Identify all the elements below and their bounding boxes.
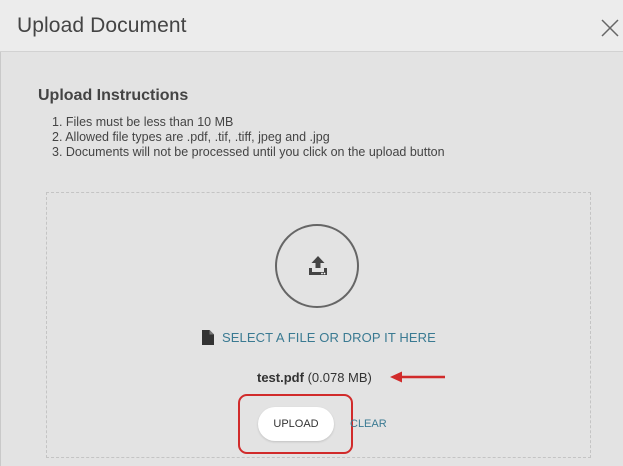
dialog-header: Upload Document [0, 0, 623, 52]
upload-document-dialog: Upload Document Upload Instructions 1. F… [0, 0, 623, 466]
selected-file-size: (0.078 MB) [307, 370, 372, 385]
annotation-arrow-icon [390, 371, 445, 383]
select-file-label: SELECT A FILE OR DROP IT HERE [222, 329, 436, 345]
selected-file: test.pdf (0.078 MB) [257, 370, 372, 385]
instruction-item: 3. Documents will not be processed until… [52, 145, 445, 159]
file-icon [202, 329, 214, 345]
annotation-highlight-box [238, 394, 353, 454]
close-icon[interactable] [599, 17, 621, 39]
selected-file-name: test.pdf [257, 370, 304, 385]
upload-icon-button[interactable] [275, 224, 359, 308]
dialog-title: Upload Document [17, 14, 187, 37]
instructions-title: Upload Instructions [38, 87, 189, 104]
instruction-item: 1. Files must be less than 10 MB [52, 115, 234, 129]
clear-link[interactable]: CLEAR [350, 418, 387, 430]
instruction-item: 2. Allowed file types are .pdf, .tif, .t… [52, 130, 330, 144]
select-file-link[interactable]: SELECT A FILE OR DROP IT HERE [202, 328, 436, 346]
instructions-list: 1. Files must be less than 10 MB 2. Allo… [52, 115, 445, 160]
upload-icon [309, 256, 327, 275]
